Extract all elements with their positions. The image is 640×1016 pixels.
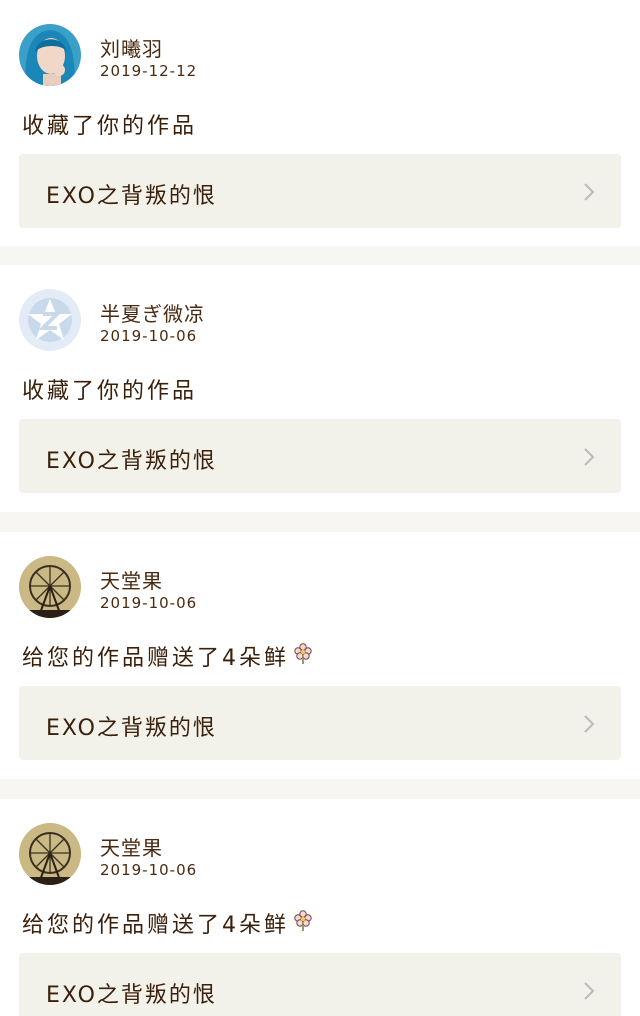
notification-feed: 刘曦羽 2019-12-12 收藏了你的作品 EXO之背叛的恨 半夏ぎ微凉 20… (0, 0, 640, 1016)
work-link[interactable]: EXO之背叛的恨 (19, 686, 621, 760)
work-title: EXO之背叛的恨 (46, 184, 217, 209)
action-text: 给您的作品赠送了4朵鲜 (22, 907, 313, 939)
work-link[interactable]: EXO之背叛的恨 (19, 953, 621, 1016)
avatar[interactable] (19, 289, 81, 351)
notification-card: 天堂果 2019-10-06 给您的作品赠送了4朵鲜 EXO之背叛的恨 (0, 799, 640, 1016)
username[interactable]: 天堂果 (100, 832, 163, 861)
timestamp: 2019-10-06 (100, 594, 198, 612)
username[interactable]: 天堂果 (100, 565, 163, 594)
work-title: EXO之背叛的恨 (46, 716, 217, 741)
work-link[interactable]: EXO之背叛的恨 (19, 154, 621, 228)
flower-icon (293, 909, 313, 937)
action-label: 收藏了你的作品 (22, 379, 198, 404)
timestamp: 2019-10-06 (100, 327, 198, 345)
chevron-right-icon (583, 182, 595, 206)
work-title: EXO之背叛的恨 (46, 449, 217, 474)
username[interactable]: 刘曦羽 (100, 33, 163, 62)
timestamp: 2019-10-06 (100, 861, 198, 879)
notification-card: 刘曦羽 2019-12-12 收藏了你的作品 EXO之背叛的恨 (0, 0, 640, 246)
flower-icon (293, 642, 313, 670)
avatar[interactable] (19, 823, 81, 885)
chevron-right-icon (583, 447, 595, 471)
action-text: 收藏了你的作品 (22, 373, 197, 405)
chevron-right-icon (583, 714, 595, 738)
timestamp: 2019-12-12 (100, 62, 198, 80)
work-title: EXO之背叛的恨 (46, 983, 217, 1008)
avatar[interactable] (19, 556, 81, 618)
notification-card: 半夏ぎ微凉 2019-10-06 收藏了你的作品 EXO之背叛的恨 (0, 265, 640, 512)
avatar[interactable] (19, 24, 81, 86)
notification-card: 天堂果 2019-10-06 给您的作品赠送了4朵鲜 EXO之背叛的恨 (0, 532, 640, 779)
action-label: 收藏了你的作品 (22, 114, 198, 139)
username[interactable]: 半夏ぎ微凉 (100, 298, 205, 327)
work-link[interactable]: EXO之背叛的恨 (19, 419, 621, 493)
action-label: 给您的作品赠送了4朵鲜 (22, 646, 289, 671)
action-label: 给您的作品赠送了4朵鲜 (22, 913, 289, 938)
chevron-right-icon (583, 981, 595, 1005)
action-text: 给您的作品赠送了4朵鲜 (22, 640, 313, 672)
action-text: 收藏了你的作品 (22, 108, 197, 140)
